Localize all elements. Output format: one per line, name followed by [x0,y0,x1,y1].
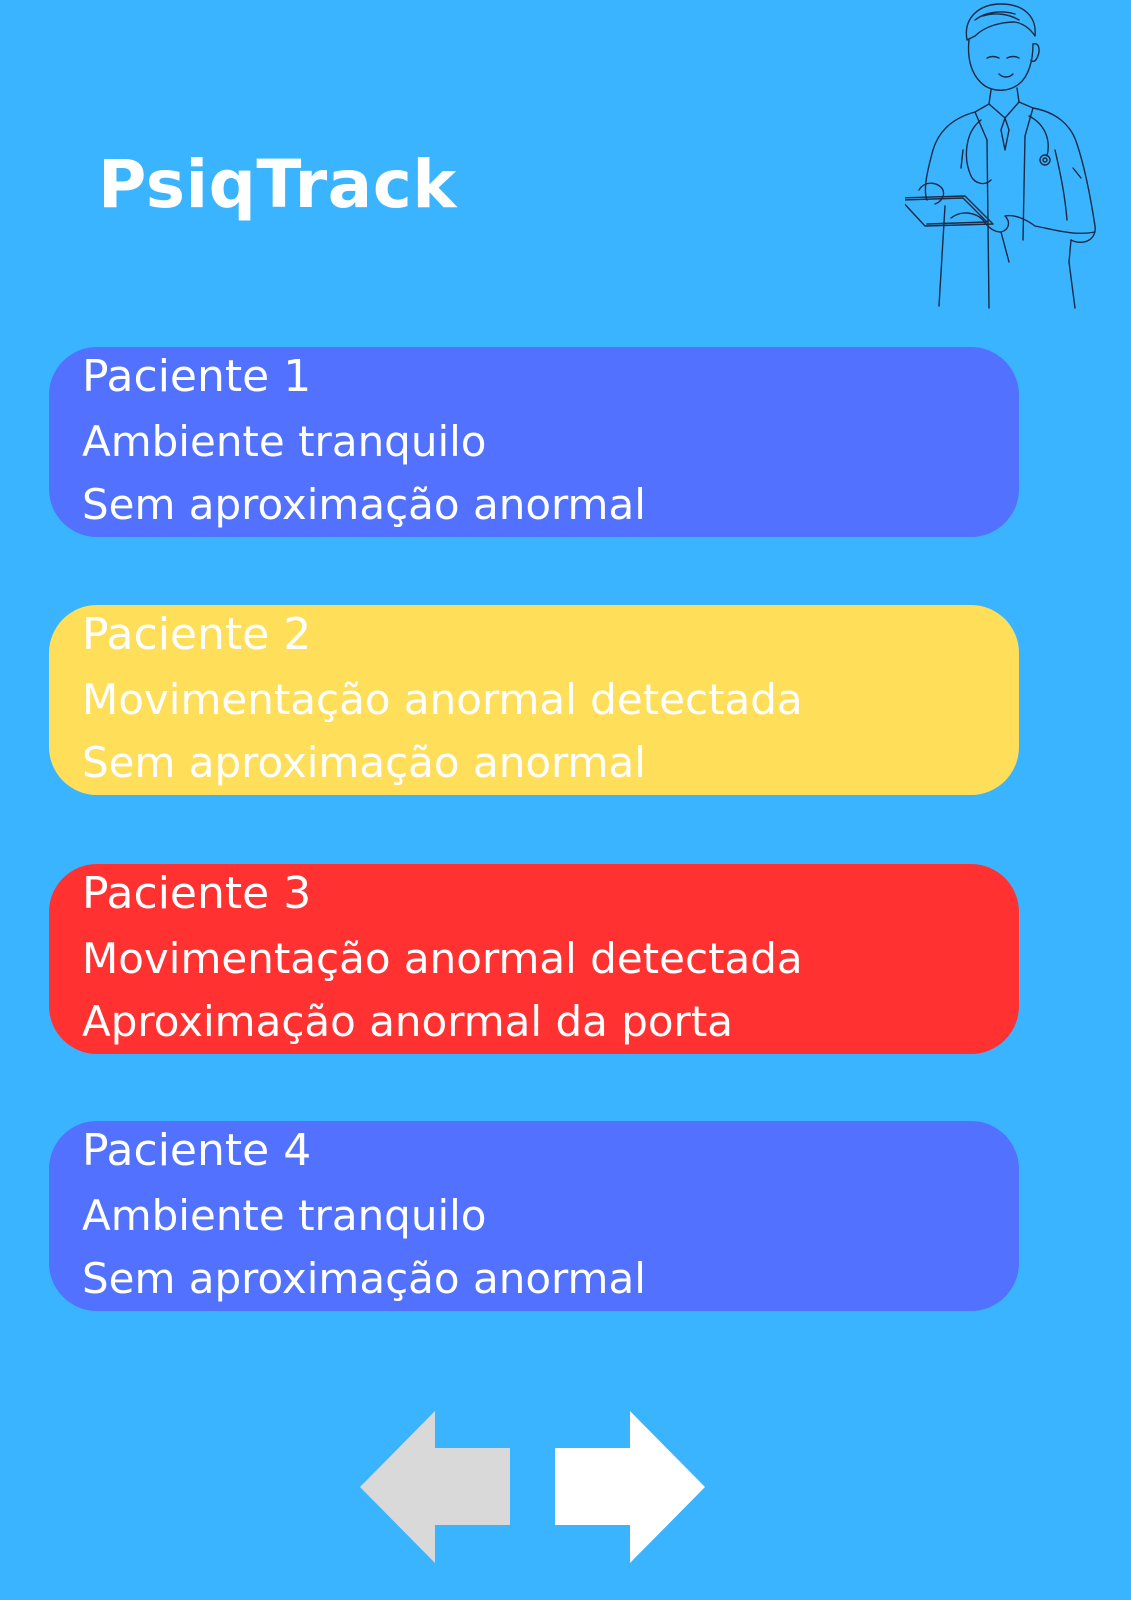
patient-name: Paciente 2 [82,609,312,660]
patient-card-2[interactable]: Paciente 2 Movimentação anormal detectad… [49,605,1019,795]
patient-name: Paciente 1 [82,351,312,402]
patient-name: Paciente 4 [82,1125,312,1176]
movement-status: Movimentação anormal detectada [82,934,803,983]
approach-status: Sem aproximação anormal [82,480,646,529]
patient-card-1[interactable]: Paciente 1 Ambiente tranquilo Sem aproxi… [49,347,1019,537]
arrow-left-icon[interactable] [360,1411,510,1563]
patient-name: Paciente 3 [82,868,312,919]
approach-status: Sem aproximação anormal [82,738,646,787]
patient-card-3[interactable]: Paciente 3 Movimentação anormal detectad… [49,864,1019,1054]
movement-status: Ambiente tranquilo [82,1191,487,1240]
movement-status: Ambiente tranquilo [82,417,487,466]
arrow-right-icon[interactable] [555,1411,705,1563]
doctor-with-tablet-icon [905,3,1096,309]
movement-status: Movimentação anormal detectada [82,675,803,724]
approach-status: Sem aproximação anormal [82,1254,646,1303]
app-title: PsiqTrack [98,146,457,223]
approach-status: Aproximação anormal da porta [82,997,734,1046]
patient-card-4[interactable]: Paciente 4 Ambiente tranquilo Sem aproxi… [49,1121,1019,1311]
